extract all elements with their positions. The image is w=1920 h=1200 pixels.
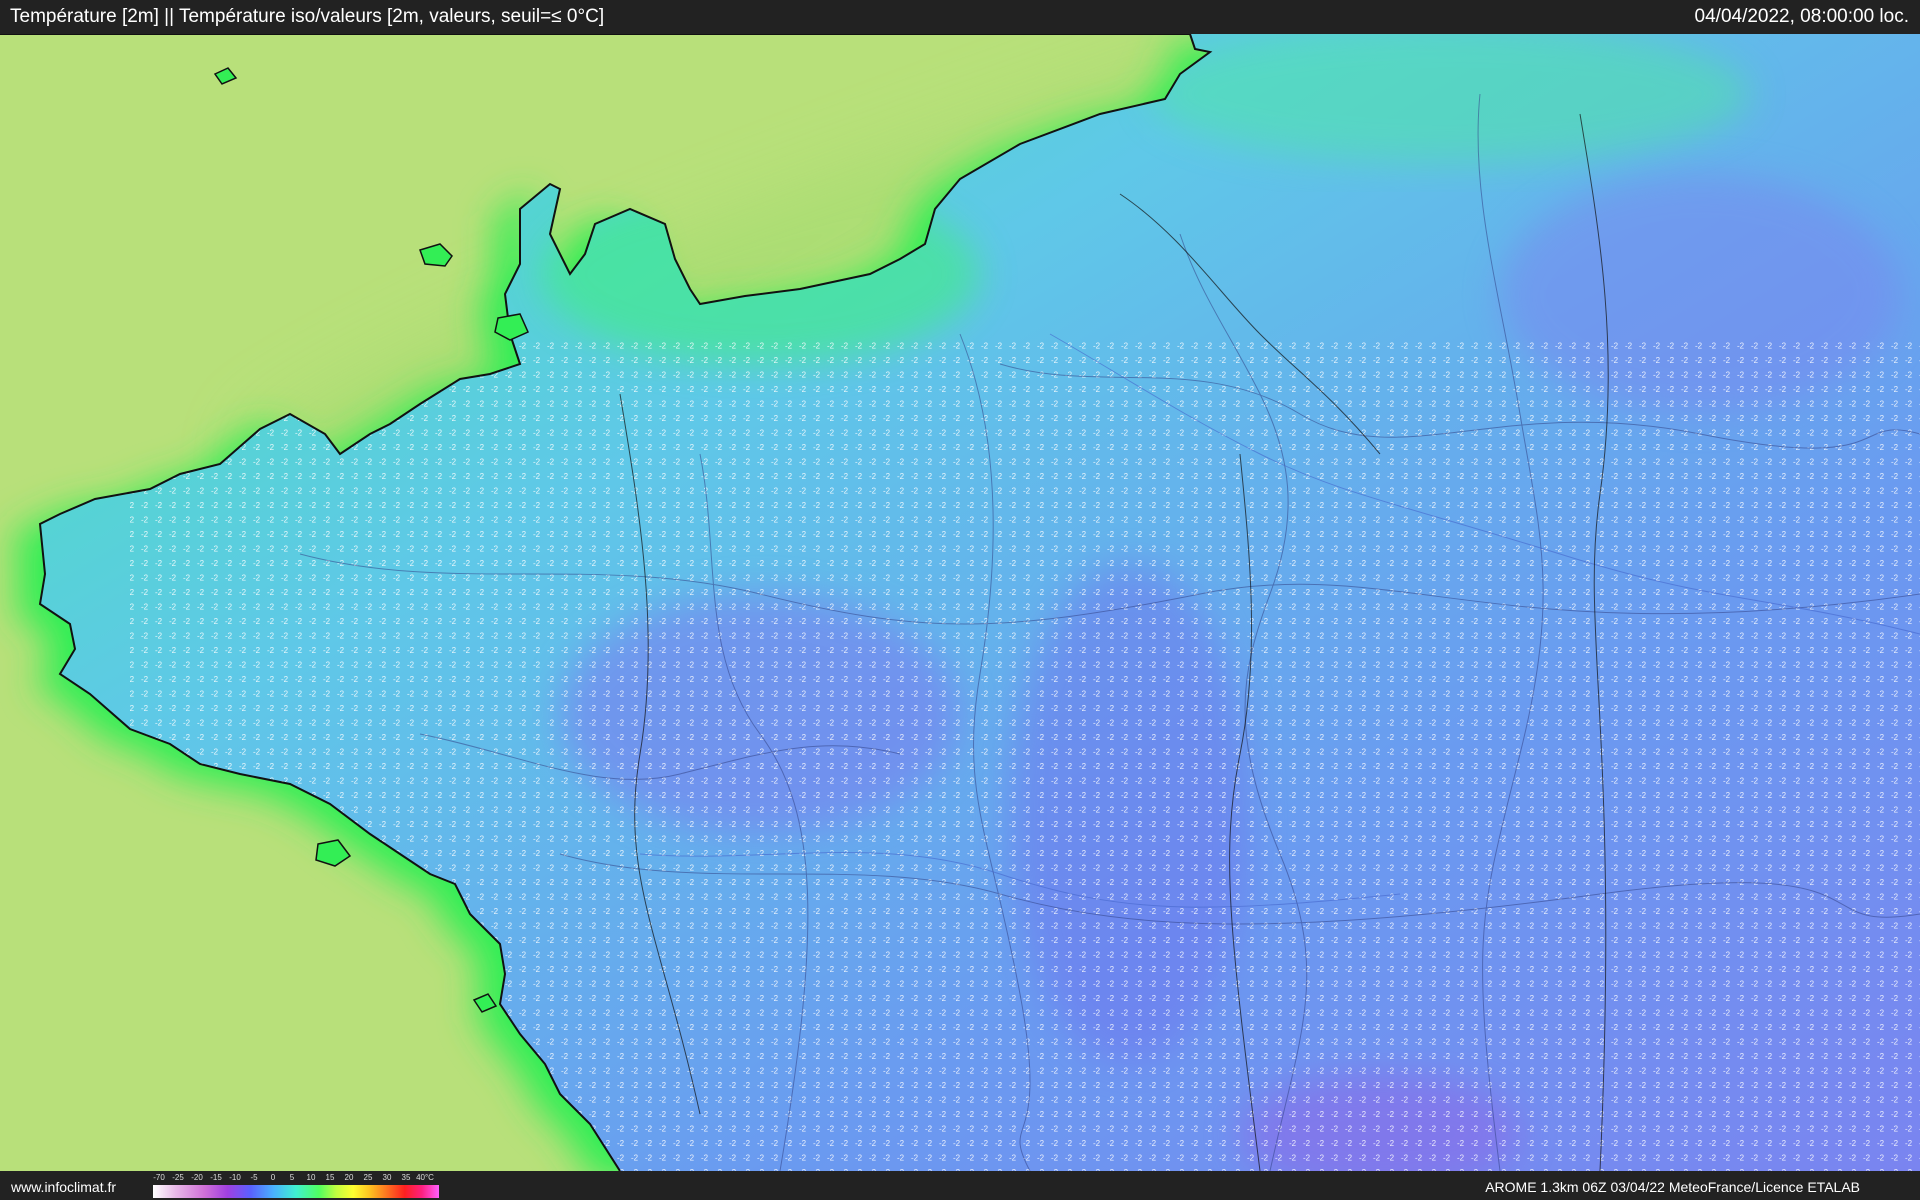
- temperature-map[interactable]: -2: [0, 34, 1920, 1171]
- map-title: Température [2m] || Température iso/vale…: [10, 6, 605, 27]
- legend-tick-label: -25: [172, 1173, 184, 1182]
- legend-tick-label: -15: [210, 1173, 222, 1182]
- map-canvas: -2: [0, 34, 1920, 1171]
- legend-tick-label: 20: [344, 1173, 354, 1182]
- legend-tick-label: 40°C: [416, 1173, 434, 1182]
- legend-tick-label: 5: [289, 1173, 295, 1182]
- legend-tick-label: 35: [401, 1173, 411, 1182]
- legend-tick-label: -10: [229, 1173, 241, 1182]
- bottom-bar: www.infoclimat.fr -70 -25 -20 -15 -10 -5 0 5 10 1…: [0, 1171, 1920, 1200]
- top-bar: Température [2m] || Température iso/vale…: [0, 0, 1920, 34]
- model-credit: AROME 1.3km 06Z 03/04/22 MeteoFrance/Lic…: [1485, 1179, 1860, 1195]
- legend-ticks: -70 -25 -20 -15 -10 -5 0 5 10 15 20 25 30 35 40°C: [153, 1173, 439, 1184]
- legend-tick-label: -5: [250, 1173, 258, 1182]
- legend-tick-label: -20: [191, 1173, 203, 1182]
- legend-tick-label: 30: [382, 1173, 392, 1182]
- legend-tick-label: 10: [306, 1173, 316, 1182]
- forecast-timestamp: 04/04/2022, 08:00:00 loc.: [1694, 6, 1909, 27]
- legend-tick-label: -70: [153, 1173, 165, 1182]
- legend-tick-label: 15: [325, 1173, 335, 1182]
- legend-tick-label: 0: [270, 1173, 276, 1182]
- site-credit[interactable]: www.infoclimat.fr: [11, 1179, 116, 1195]
- legend-color-bar: [153, 1185, 439, 1198]
- color-scale-legend: -70 -25 -20 -15 -10 -5 0 5 10 15 20 25 30 35 40°C: [153, 1173, 439, 1199]
- legend-tick-label: 25: [363, 1173, 373, 1182]
